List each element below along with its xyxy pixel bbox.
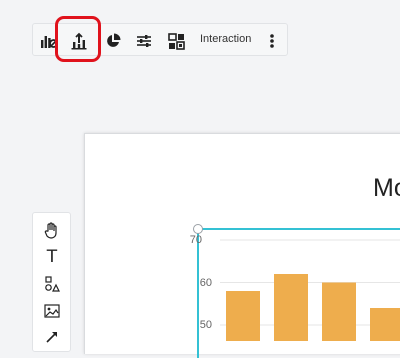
chart-bar[interactable]: [322, 282, 356, 342]
chart-bar[interactable]: [274, 274, 308, 341]
chart-bar[interactable]: [370, 308, 400, 341]
bar-chart-plot: [220, 239, 400, 342]
chart-bar[interactable]: [226, 291, 260, 341]
